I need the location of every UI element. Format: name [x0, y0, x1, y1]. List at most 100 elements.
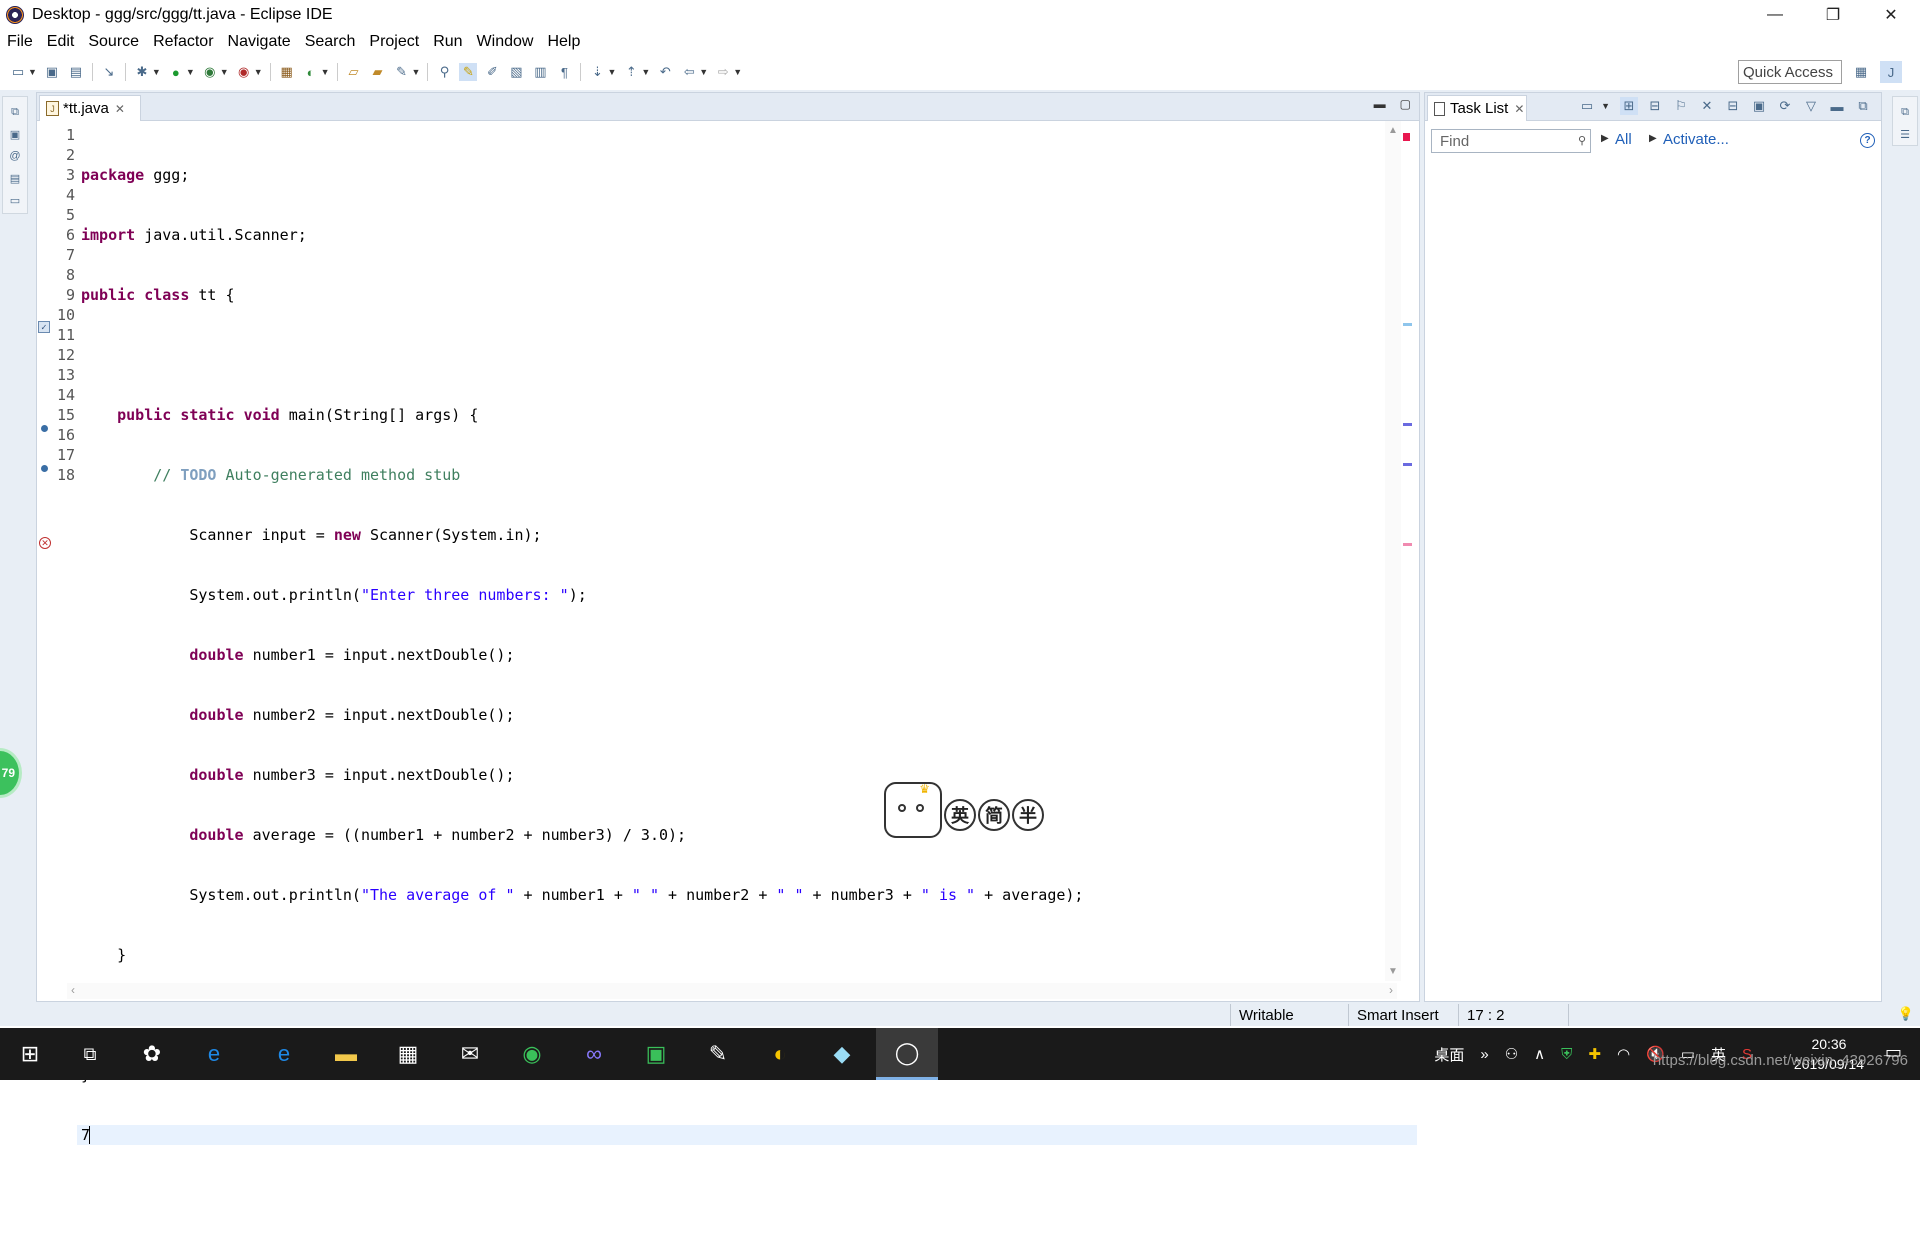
ime-width-button[interactable]: 半	[1012, 799, 1044, 831]
tab-task-list[interactable]: Task List ✕	[1427, 95, 1527, 121]
external-tools-icon[interactable]: ◉	[235, 63, 253, 81]
block-selection-icon[interactable]: ✐	[483, 63, 501, 81]
new-java-project-icon[interactable]: ▦	[278, 63, 296, 81]
external-tools-dropdown-icon[interactable]: ▼	[254, 67, 263, 77]
skip-breakpoints-icon[interactable]: ↘	[100, 63, 118, 81]
word-wrap-icon[interactable]: ▧	[507, 63, 525, 81]
minimize-button[interactable]: —	[1746, 0, 1804, 30]
mail-icon[interactable]: ✉	[452, 1036, 488, 1072]
last-edit-icon[interactable]: ↶	[656, 63, 674, 81]
windows-start-icon[interactable]: ⊞	[12, 1036, 48, 1072]
focus-icon[interactable]: ⚐	[1672, 97, 1690, 115]
search-dropdown-icon[interactable]: ▼	[412, 67, 421, 77]
lightbulb-icon[interactable]: 💡	[1898, 1006, 1914, 1022]
maximize-editor-icon[interactable]: ▢	[1400, 97, 1411, 111]
mark-occurrences-icon[interactable]: ✎	[459, 63, 478, 81]
type-hierarchy-icon[interactable]: @	[7, 148, 23, 164]
tray-plus-icon[interactable]: ✚	[1580, 1045, 1609, 1063]
close-button[interactable]: ✕	[1862, 0, 1920, 30]
pilcrow-icon[interactable]: ¶	[555, 63, 573, 81]
scroll-left-icon[interactable]: ‹	[71, 983, 75, 997]
task-find-input[interactable]: Find ⚲	[1431, 129, 1591, 153]
run-dropdown-icon[interactable]: ▼	[186, 67, 195, 77]
all-link[interactable]: All	[1615, 131, 1632, 148]
help-icon[interactable]: ?	[1860, 133, 1875, 148]
forward-icon[interactable]: ⇨	[714, 63, 732, 81]
error-overview-marker[interactable]	[1403, 543, 1412, 546]
coverage-icon[interactable]: ◉	[201, 63, 219, 81]
wifi-icon[interactable]: ◠	[1609, 1045, 1638, 1063]
restore-icon[interactable]: ⧉	[1897, 104, 1913, 120]
new-task-icon[interactable]: ▭	[1578, 97, 1596, 115]
task-view-icon[interactable]: ⧉	[72, 1036, 108, 1072]
scroll-right-icon[interactable]: ›	[1389, 983, 1393, 997]
minimize-view-icon[interactable]: ▬	[1828, 97, 1846, 115]
synchronize-icon[interactable]: ⟳	[1776, 97, 1794, 115]
vertical-scrollbar[interactable]: ▲ ▼	[1385, 121, 1401, 981]
menu-help[interactable]: Help	[540, 33, 587, 51]
menu-edit[interactable]: Edit	[40, 33, 82, 51]
warning-overview-marker[interactable]	[1403, 423, 1412, 426]
infinity-app-icon[interactable]: ∞	[576, 1036, 612, 1072]
save-all-icon[interactable]: ▤	[67, 63, 85, 81]
menu-file[interactable]: File	[0, 33, 40, 51]
menu-navigate[interactable]: Navigate	[221, 33, 298, 51]
browser-360-icon[interactable]: ◉	[514, 1036, 550, 1072]
scroll-down-icon[interactable]: ▼	[1388, 966, 1398, 977]
document-editor-icon[interactable]: ✎	[700, 1036, 736, 1072]
forward-dropdown-icon[interactable]: ▼	[733, 67, 742, 77]
show-whitespace-icon[interactable]: ▥	[531, 63, 549, 81]
menu-refactor[interactable]: Refactor	[146, 33, 220, 51]
search-icon[interactable]: ✎	[393, 63, 411, 81]
ime-language-button[interactable]: 英	[944, 799, 976, 831]
new-class-dropdown-icon[interactable]: ▼	[321, 67, 330, 77]
run-icon[interactable]: ●	[167, 63, 185, 81]
error-overview-marker[interactable]	[1403, 133, 1410, 141]
task-overview-marker[interactable]	[1403, 323, 1412, 326]
eclipse-taskbar-icon[interactable]: ◯	[876, 1028, 938, 1080]
restore-view-icon[interactable]: ⧉	[1854, 97, 1872, 115]
show-hidden-icons[interactable]: ∧	[1526, 1045, 1553, 1063]
new-icon[interactable]: ▭	[9, 63, 27, 81]
menu-search[interactable]: Search	[298, 33, 363, 51]
edge-browser-icon[interactable]: e	[266, 1036, 302, 1072]
scheduled-icon[interactable]: ⊟	[1646, 97, 1664, 115]
next-annotation-dropdown-icon[interactable]: ▼	[607, 67, 616, 77]
collapse-all-icon[interactable]: ⊟	[1724, 97, 1742, 115]
warning-overview-marker[interactable]	[1403, 463, 1412, 466]
open-perspective-icon[interactable]: ▦	[1850, 61, 1872, 83]
menu-run[interactable]: Run	[426, 33, 469, 51]
package-explorer-icon[interactable]: ▣	[7, 126, 23, 142]
new-java-package-icon[interactable]: ◐	[302, 63, 320, 81]
menu-source[interactable]: Source	[81, 33, 146, 51]
notification-center-icon[interactable]: ▭	[1885, 1042, 1902, 1063]
menu-window[interactable]: Window	[470, 33, 541, 51]
new-dropdown-icon[interactable]: ▼	[28, 67, 37, 77]
horizontal-scrollbar[interactable]: ‹ ›	[67, 983, 1397, 999]
iqiyi-icon[interactable]: ▣	[638, 1036, 674, 1072]
close-tab-icon[interactable]: ✕	[115, 102, 125, 116]
previous-annotation-dropdown-icon[interactable]: ▼	[641, 67, 650, 77]
store-icon[interactable]: ▦	[390, 1036, 426, 1072]
ime-toolbar[interactable]: ♛ 英 简 半	[884, 782, 1044, 838]
new-task-dropdown-icon[interactable]: ▼	[1601, 101, 1610, 111]
minimize-editor-icon[interactable]: ▬	[1374, 97, 1386, 111]
overview-ruler[interactable]	[1403, 121, 1413, 991]
ie-browser-icon[interactable]: e	[196, 1036, 232, 1072]
expand-all-icon[interactable]: ▣	[1750, 97, 1768, 115]
hide-completed-icon[interactable]: ✕	[1698, 97, 1716, 115]
close-tab-icon[interactable]: ✕	[1514, 102, 1524, 116]
restore-button[interactable]: ❐	[1804, 0, 1862, 30]
notes-app-icon[interactable]: ◆	[824, 1036, 860, 1072]
save-icon[interactable]: ▣	[43, 63, 61, 81]
ime-mascot-icon[interactable]: ♛	[884, 782, 942, 838]
security-shield-icon[interactable]: ⛨	[1553, 1046, 1580, 1063]
previous-annotation-icon[interactable]: ⇡	[622, 63, 640, 81]
menu-project[interactable]: Project	[362, 33, 426, 51]
people-icon[interactable]: ⚇	[1497, 1045, 1526, 1063]
java-perspective-icon[interactable]: J	[1880, 61, 1902, 83]
open-task-icon[interactable]: ▰	[369, 63, 387, 81]
media-player-icon[interactable]: ◐	[762, 1036, 798, 1072]
toolbar-expand-icon[interactable]: »	[1472, 1046, 1496, 1063]
open-type-icon[interactable]: ▱	[345, 63, 363, 81]
